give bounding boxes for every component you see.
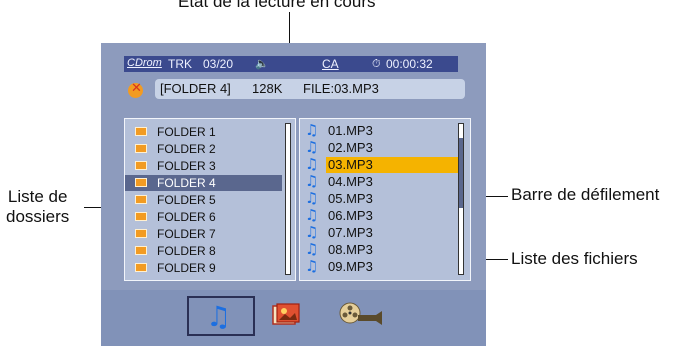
music-note-icon: ♫ [206,300,232,333]
annotation-scrollbar: Barre de défilement [511,185,660,204]
file-scrollbar[interactable] [458,123,464,275]
annotation-folder-list: Liste de dossiers [6,187,69,227]
folder-item[interactable]: FOLDER 5 [125,192,282,208]
bitrate: 128K [252,81,283,96]
music-note-icon: ♫ [305,223,319,241]
folder-item[interactable]: FOLDER 1 [125,124,282,140]
folder-item-label: FOLDER 9 [157,261,216,275]
folder-item-label: FOLDER 7 [157,227,216,241]
speaker-icon: 🔈 [255,57,269,70]
folder-item-label: FOLDER 3 [157,159,216,173]
folder-item[interactable]: FOLDER 2 [125,141,282,157]
media-type-tabs: ♫ [101,290,486,346]
file-item-label: 09.MP3 [328,259,373,274]
tab-video[interactable] [338,301,386,331]
music-note-icon: ♫ [305,121,319,139]
file-item[interactable]: ♫ 02.MP3 [300,138,470,156]
file-item-label: 06.MP3 [328,208,373,223]
file-item[interactable]: ♫ 09.MP3 [300,257,470,275]
annotation-folder-list-line1: Liste de [7,187,68,206]
folder-list: FOLDER 1 FOLDER 2 FOLDER 3 FOLDER 4 FOLDER 5… [124,118,296,281]
music-note-icon: ♫ [305,138,319,156]
file-item-label: 05.MP3 [328,191,373,206]
media-type-label: CDrom [127,57,162,69]
folder-item-label: FOLDER 5 [157,193,216,207]
file-scrollbar-thumb[interactable] [459,138,463,208]
file-item[interactable]: ♫ 03.MP3 [300,155,470,173]
annotation-file-list: Liste des fichiers [511,249,638,268]
tab-music[interactable]: ♫ [187,296,255,336]
file-item-label: 04.MP3 [328,174,373,189]
file-item[interactable]: ♫ 01.MP3 [300,121,470,139]
music-note-icon: ♫ [305,189,319,207]
current-folder: [FOLDER 4] [160,81,231,96]
file-list: ♫ 01.MP3 ♫ 02.MP3 ♫ 03.MP3 ♫ 04.MP3 ♫ 05.MP3 ♫ 06.M… [299,118,471,281]
file-item[interactable]: ♫ 06.MP3 [300,206,470,224]
elapsed-time: 00:00:32 [386,57,433,71]
file-item-label: 02.MP3 [328,140,373,155]
folder-icon [135,195,147,204]
file-item[interactable]: ♫ 08.MP3 [300,240,470,258]
playback-status-bar: CDrom TRK 03/20 🔈 CA ⏱ 00:00:32 [124,56,458,72]
track-number: 03/20 [203,57,234,71]
film-reel-icon [339,302,382,325]
folder-icon [135,263,147,272]
file-item-label: 01.MP3 [328,123,373,138]
folder-icon [135,144,147,153]
timer-icon: ⏱ [372,57,381,70]
music-note-icon: ♫ [305,206,319,224]
folder-scrollbar[interactable] [285,123,291,275]
folder-icon [135,229,147,238]
folder-item-label: FOLDER 1 [157,125,216,139]
folder-icon [135,178,147,187]
file-item-label: 03.MP3 [326,157,459,173]
file-item-label: 07.MP3 [328,225,373,240]
file-item[interactable]: ♫ 07.MP3 [300,223,470,241]
folder-item[interactable]: FOLDER 6 [125,209,282,225]
file-item-label: 08.MP3 [328,242,373,257]
folder-icon [135,127,147,136]
music-note-icon: ♫ [305,172,319,190]
tab-photo[interactable] [271,302,301,328]
folder-item-label: FOLDER 4 [157,176,216,190]
file-item[interactable]: ♫ 04.MP3 [300,172,470,190]
music-note-icon: ♫ [305,257,319,275]
folder-item[interactable]: FOLDER 7 [125,226,282,242]
annotation-folder-list-line2: dossiers [6,207,70,226]
file-item[interactable]: ♫ 05.MP3 [300,189,470,207]
folder-item-label: FOLDER 8 [157,244,216,258]
current-file: FILE:03.MP3 [303,81,379,96]
photo-icon [272,303,300,325]
track-label: TRK [168,57,192,71]
close-icon[interactable]: ✕ [128,81,143,98]
folder-icon [135,161,147,170]
folder-icon [135,246,147,255]
folder-item[interactable]: FOLDER 9 [125,260,282,276]
ca-indicator: CA [322,57,339,71]
folder-item[interactable]: FOLDER 8 [125,243,282,259]
folder-icon [135,212,147,221]
folder-item-label: FOLDER 2 [157,142,216,156]
current-file-info: [FOLDER 4] 128K FILE:03.MP3 [155,79,465,99]
folder-item[interactable]: FOLDER 3 [125,158,282,174]
music-note-icon: ♫ [305,155,319,173]
folder-item-label: FOLDER 6 [157,210,216,224]
annotation-playback-status: Etat de la lecture en cours [178,0,376,11]
music-note-icon: ♫ [305,240,319,258]
folder-item[interactable]: FOLDER 4 [125,175,282,191]
